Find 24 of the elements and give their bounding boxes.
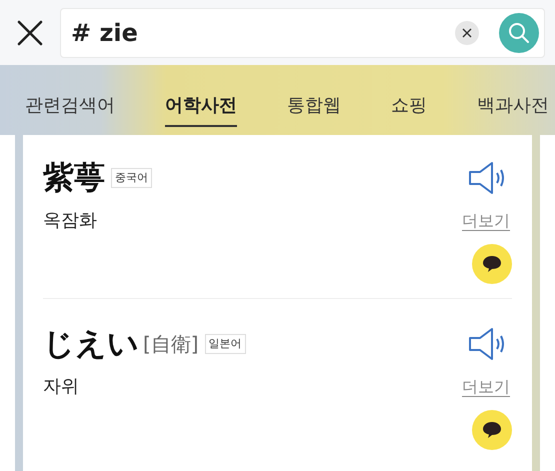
headword: 紫萼 xyxy=(43,162,105,194)
language-tag: 중국어 xyxy=(111,168,152,188)
close-icon xyxy=(17,20,43,46)
speech-bubble-icon xyxy=(482,421,502,439)
share-button[interactable] xyxy=(472,244,512,284)
language-tag: 일본어 xyxy=(204,334,246,354)
clear-button[interactable] xyxy=(455,20,479,44)
search-field[interactable]: # zie xyxy=(60,8,545,58)
search-value: # zie xyxy=(71,18,139,48)
headword: じえい xyxy=(43,328,139,360)
clear-icon xyxy=(462,28,472,38)
meaning: 자위 xyxy=(43,375,80,399)
tab[interactable]: 쇼핑 xyxy=(391,65,427,127)
tab[interactable]: 통합웹 xyxy=(287,65,341,127)
more-link[interactable]: 더보기 xyxy=(462,374,510,398)
meaning: 옥잠화 xyxy=(43,209,98,233)
tab[interactable]: 백과사전 xyxy=(477,65,549,127)
speech-bubble-icon xyxy=(482,255,502,273)
hanja-reading: [自衛] xyxy=(143,331,199,358)
search-icon xyxy=(508,22,530,44)
tab[interactable]: 관련검색어 xyxy=(25,65,115,127)
share-button[interactable] xyxy=(472,410,512,450)
tab[interactable]: 어학사전 xyxy=(165,65,237,127)
more-link[interactable]: 더보기 xyxy=(462,208,510,232)
